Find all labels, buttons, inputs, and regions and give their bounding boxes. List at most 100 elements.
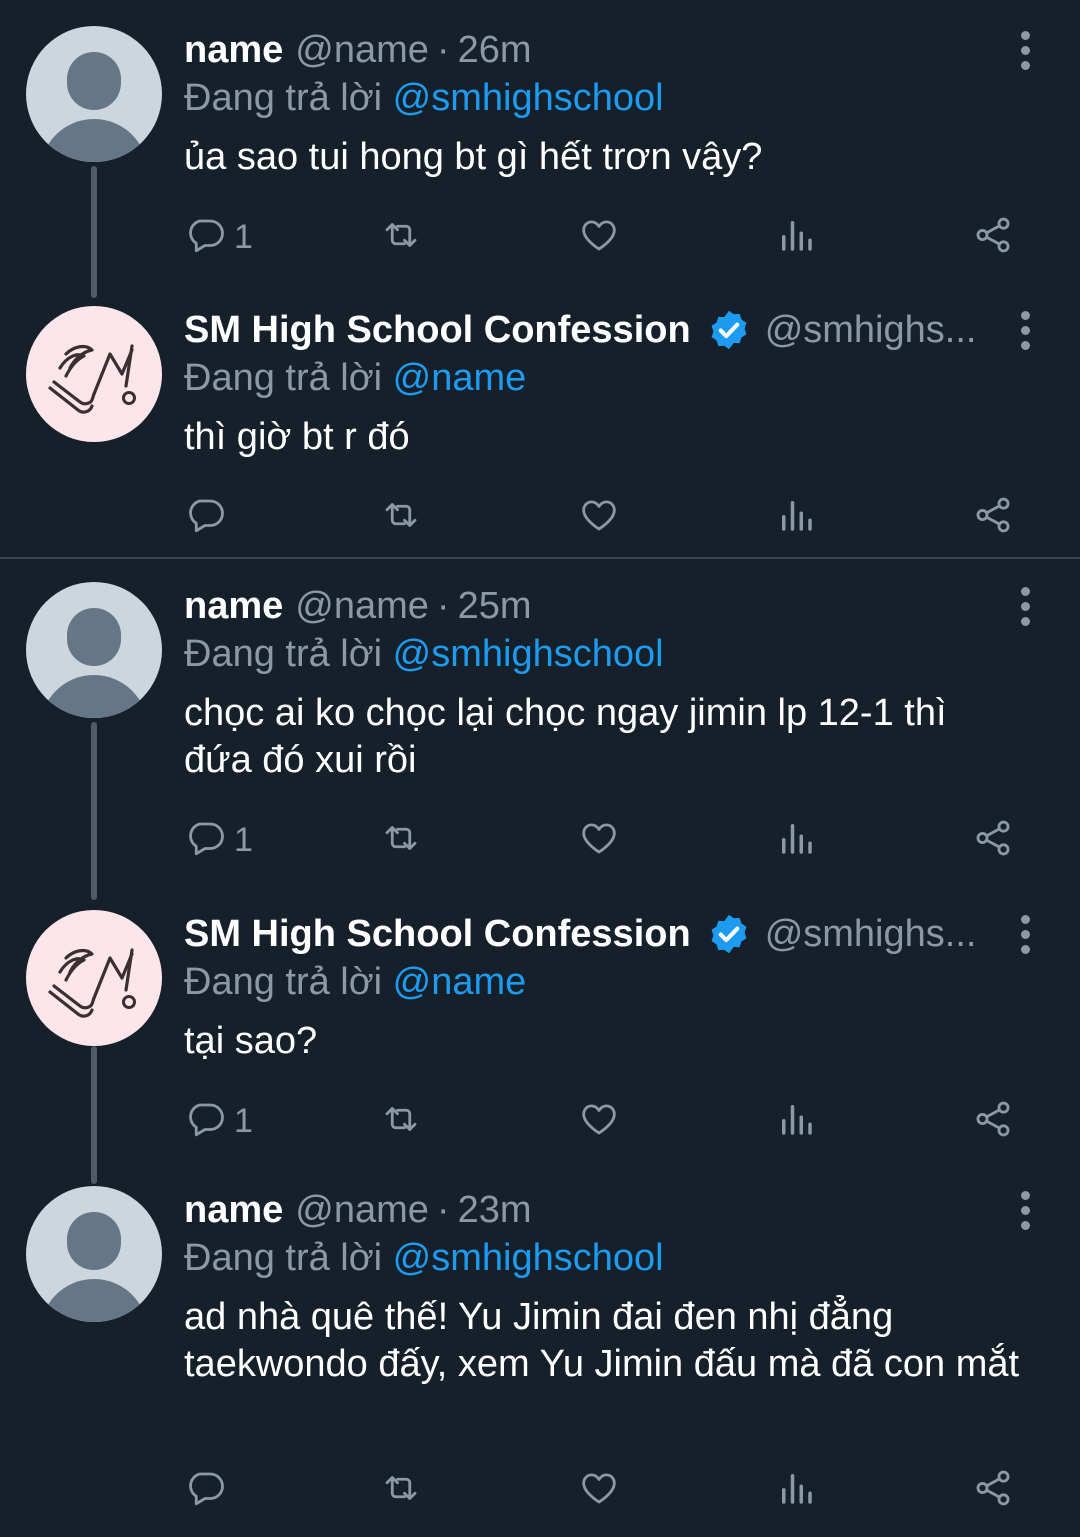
share-icon — [972, 494, 1014, 541]
share-button[interactable] — [972, 487, 1014, 547]
reply-button[interactable]: 1 — [184, 1091, 253, 1151]
reply-count: 1 — [234, 1101, 253, 1140]
reply-icon — [184, 494, 226, 541]
bar-chart-icon — [775, 494, 817, 541]
reply-icon — [184, 214, 226, 261]
tweet[interactable]: SM High School Confession @smhighs... Đa… — [0, 884, 1080, 1184]
bar-chart-icon — [775, 1098, 817, 1145]
views-button[interactable] — [775, 810, 817, 870]
mention-link[interactable]: @smhighschool — [393, 633, 664, 675]
display-name[interactable]: name — [184, 580, 283, 632]
display-name[interactable]: name — [184, 1184, 283, 1236]
action-bar: 1 — [0, 207, 1080, 267]
action-bar: 1 — [0, 1091, 1080, 1151]
share-button[interactable] — [972, 1460, 1014, 1520]
tweet-header: name @name · 25m — [184, 580, 532, 632]
timestamp[interactable]: 26m — [458, 24, 532, 76]
more-vertical-icon[interactable] — [1010, 1188, 1040, 1238]
share-button[interactable] — [972, 207, 1014, 267]
bar-chart-icon — [775, 1467, 817, 1514]
user-handle[interactable]: @name — [295, 580, 429, 632]
display-name[interactable]: SM High School Confession — [184, 908, 691, 960]
avatar[interactable] — [26, 1186, 162, 1322]
retweet-icon — [380, 1098, 422, 1145]
heart-icon — [578, 1467, 620, 1514]
retweet-button[interactable] — [380, 1091, 422, 1151]
mention-link[interactable]: @name — [393, 961, 527, 1003]
views-button[interactable] — [775, 207, 817, 267]
display-name[interactable]: SM High School Confession — [184, 304, 691, 356]
tweet-feed: name @name · 26m Đang trả lời @smhighsch… — [0, 0, 1080, 1537]
tweet[interactable]: name @name · 23m Đang trả lời @smhighsch… — [0, 1160, 1080, 1537]
replying-to-label: Đang trả lời — [184, 1237, 383, 1279]
mention-link[interactable]: @smhighschool — [393, 1237, 664, 1279]
retweet-button[interactable] — [380, 1460, 422, 1520]
user-handle[interactable]: @name — [295, 1184, 429, 1236]
reply-button[interactable]: 1 — [184, 207, 253, 267]
more-vertical-icon[interactable] — [1010, 584, 1040, 634]
avatar[interactable] — [26, 306, 162, 442]
retweet-button[interactable] — [380, 487, 422, 547]
timestamp[interactable]: 25m — [458, 580, 532, 632]
mention-link[interactable]: @smhighschool — [393, 77, 664, 119]
user-handle[interactable]: @smhighs... — [765, 304, 983, 356]
reply-count: 1 — [234, 217, 253, 256]
more-vertical-icon[interactable] — [1010, 912, 1040, 962]
replying-to: Đang trả lời @smhighschool — [184, 72, 664, 124]
user-handle[interactable]: @smhighs... — [765, 908, 983, 960]
like-button[interactable] — [578, 487, 620, 547]
user-handle[interactable]: @name — [295, 24, 429, 76]
brand-logo-icon — [48, 344, 136, 414]
share-icon — [972, 1098, 1014, 1145]
bar-chart-icon — [775, 214, 817, 261]
separator-dot: · — [436, 585, 450, 627]
mention-link[interactable]: @name — [393, 357, 527, 399]
like-button[interactable] — [578, 810, 620, 870]
tweet-text: ad nhà quê thế! Yu Jimin đai đen nhị đẳn… — [184, 1296, 1020, 1385]
reply-button[interactable] — [184, 1460, 234, 1520]
brand-logo-icon — [48, 948, 136, 1018]
more-vertical-icon[interactable] — [1010, 28, 1040, 78]
avatar[interactable] — [26, 910, 162, 1046]
avatar[interactable] — [26, 26, 162, 162]
tweet-header: SM High School Confession @smhighs... — [184, 304, 983, 356]
like-button[interactable] — [578, 1091, 620, 1151]
like-button[interactable] — [578, 1460, 620, 1520]
action-bar — [0, 1460, 1080, 1520]
tweet[interactable]: name @name · 26m Đang trả lời @smhighsch… — [0, 0, 1080, 300]
tweet-text: ủa sao tui hong bt gì hết trơn vậy? — [184, 136, 763, 178]
views-button[interactable] — [775, 1091, 817, 1151]
more-vertical-icon[interactable] — [1010, 308, 1040, 358]
retweet-icon — [380, 214, 422, 261]
tweet-header: name @name · 26m — [184, 24, 532, 76]
display-name[interactable]: name — [184, 24, 283, 76]
heart-icon — [578, 214, 620, 261]
heart-icon — [578, 494, 620, 541]
tweet[interactable]: name @name · 25m Đang trả lời @smhighsch… — [0, 556, 1080, 901]
action-bar — [0, 487, 1080, 547]
tweet[interactable]: SM High School Confession @smhighs... Đa… — [0, 280, 1080, 558]
action-bar: 1 — [0, 810, 1080, 870]
replying-to: Đang trả lời @name — [184, 352, 526, 404]
views-button[interactable] — [775, 487, 817, 547]
replying-to: Đang trả lời @name — [184, 956, 526, 1008]
retweet-button[interactable] — [380, 810, 422, 870]
share-icon — [972, 1467, 1014, 1514]
replying-to-label: Đang trả lời — [184, 633, 383, 675]
retweet-button[interactable] — [380, 207, 422, 267]
tweet-header: SM High School Confession @smhighs... — [184, 908, 983, 960]
replying-to: Đang trả lời @smhighschool — [184, 1232, 664, 1284]
reply-button[interactable]: 1 — [184, 810, 253, 870]
share-icon — [972, 214, 1014, 261]
views-button[interactable] — [775, 1460, 817, 1520]
share-button[interactable] — [972, 1091, 1014, 1151]
tweet-text: thì giờ bt r đó — [184, 416, 410, 458]
verified-badge-icon — [707, 308, 751, 352]
timestamp[interactable]: 23m — [458, 1184, 532, 1236]
avatar[interactable] — [26, 582, 162, 718]
reply-button[interactable] — [184, 487, 234, 547]
share-button[interactable] — [972, 810, 1014, 870]
share-icon — [972, 817, 1014, 864]
like-button[interactable] — [578, 207, 620, 267]
separator-dot: · — [436, 29, 450, 71]
